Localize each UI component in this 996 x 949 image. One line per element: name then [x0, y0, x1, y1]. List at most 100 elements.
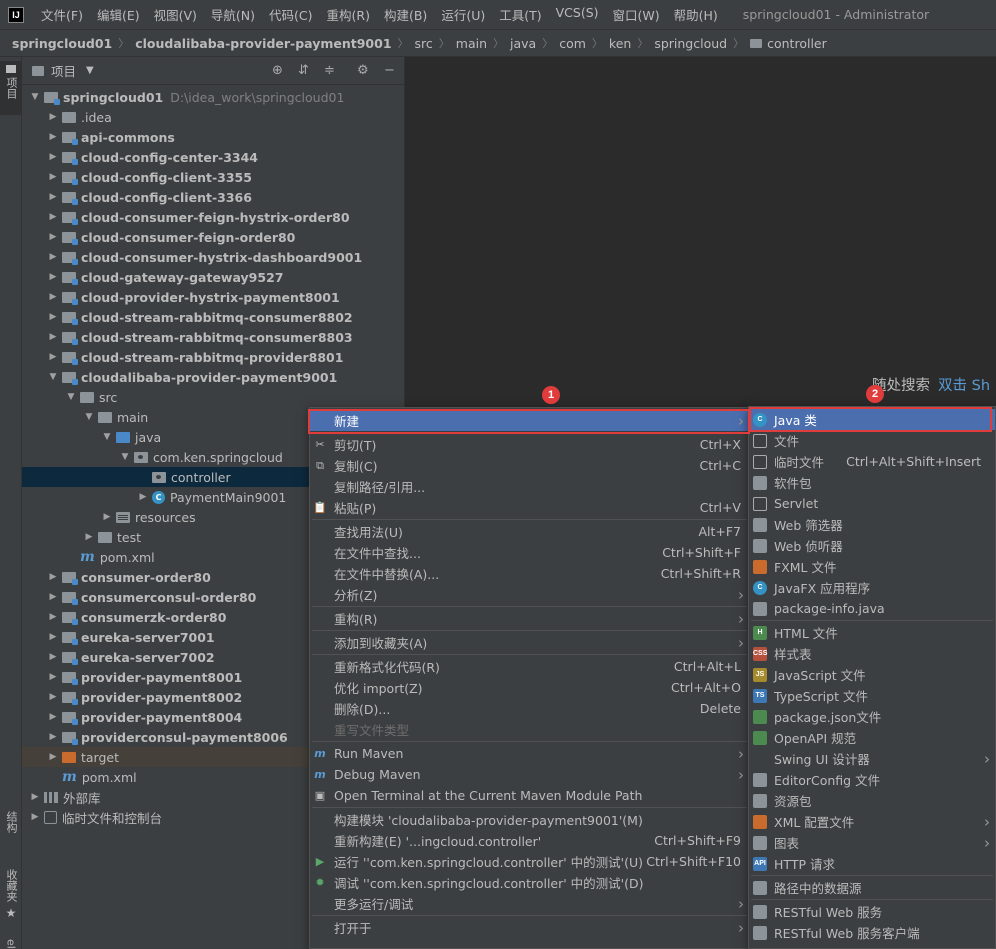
menu-item[interactable]: ▶ 运行 ''com.ken.springcloud.controller' 中的… — [310, 851, 749, 872]
menu-item[interactable]: ⧉ 复制(C) Ctrl+C — [310, 455, 749, 476]
menu-7[interactable]: 运行(U) — [434, 5, 492, 24]
menu-item[interactable]: ✹ 调试 ''com.ken.springcloud.controller' 中的… — [310, 872, 749, 893]
menu-item[interactable]: 重构(R) › — [310, 608, 749, 629]
chevron-down-icon[interactable]: ▼ — [28, 92, 42, 102]
menu-item[interactable]: ✂ 剪切(T) Ctrl+X — [310, 434, 749, 455]
menu-item[interactable]: 复制路径/引用... — [310, 476, 749, 497]
tree-row[interactable]: ▼ src — [22, 387, 405, 407]
tree-row[interactable]: ▶ cloud-consumer-feign-order80 — [22, 227, 405, 247]
menu-item[interactable]: 重新构建(E) '...ingcloud.controller' Ctrl+Shi… — [310, 830, 749, 851]
menu-5[interactable]: 重构(R) — [320, 5, 377, 24]
expand-all-icon[interactable]: ⇵ — [298, 63, 309, 78]
menu-item[interactable]: 添加到收藏夹(A) › — [310, 632, 749, 653]
gear-icon[interactable]: ⚙ — [357, 63, 369, 78]
menu-item[interactable]: 打开于 › — [310, 917, 749, 938]
menu-item[interactable]: 删除(D)... Delete — [310, 698, 749, 719]
menu-item[interactable]: m Run Maven › — [310, 743, 749, 764]
menu-item[interactable]: 重新格式化代码(R) Ctrl+Alt+L — [310, 656, 749, 677]
menu-item[interactable]: 在文件中替换(A)... Ctrl+Shift+R — [310, 563, 749, 584]
chevron-right-icon[interactable]: ▶ — [28, 812, 42, 822]
menu-item[interactable]: XML 配置文件 › — [749, 811, 995, 832]
menu-item[interactable]: 路径中的数据源 — [749, 877, 995, 898]
menu-item[interactable]: 优化 import(Z) Ctrl+Alt+O — [310, 677, 749, 698]
menu-item[interactable]: Swing UI 设计器 › — [749, 748, 995, 769]
tree-row[interactable]: ▶ cloud-consumer-hystrix-dashboard9001 — [22, 247, 405, 267]
menu-4[interactable]: 代码(C) — [262, 5, 319, 24]
chevron-right-icon[interactable]: ▶ — [46, 352, 60, 362]
chevron-right-icon[interactable]: ▶ — [136, 492, 150, 502]
chevron-right-icon[interactable]: ▶ — [46, 292, 60, 302]
chevron-right-icon[interactable]: ▶ — [46, 132, 60, 142]
chevron-right-icon[interactable]: ▶ — [46, 312, 60, 322]
tree-row[interactable]: ▶ cloud-stream-rabbitmq-consumer8803 — [22, 327, 405, 347]
tree-row[interactable]: ▶ cloud-gateway-gateway9527 — [22, 267, 405, 287]
menu-item[interactable]: 📋 粘贴(P) Ctrl+V — [310, 497, 749, 518]
project-panel-title[interactable]: 项目 — [51, 61, 76, 80]
chevron-right-icon[interactable]: ▶ — [46, 752, 60, 762]
breadcrumb-item[interactable]: springcloud — [654, 36, 727, 51]
menu-item[interactable]: TS TypeScript 文件 — [749, 685, 995, 706]
breadcrumb-item[interactable]: cloudalibaba-provider-payment9001 — [135, 36, 391, 51]
menu-item[interactable]: 构建模块 'cloudalibaba-provider-payment9001'… — [310, 809, 749, 830]
chevron-right-icon[interactable]: ▶ — [46, 152, 60, 162]
tree-row[interactable]: ▶ cloud-config-center-3344 — [22, 147, 405, 167]
menu-item[interactable]: 新建 › — [310, 410, 749, 431]
menu-2[interactable]: 视图(V) — [147, 5, 204, 24]
chevron-right-icon[interactable]: ▶ — [46, 692, 60, 702]
menu-item[interactable]: Web 筛选器 — [749, 514, 995, 535]
breadcrumb-item[interactable]: controller — [767, 36, 827, 51]
chevron-right-icon[interactable]: ▶ — [46, 332, 60, 342]
chevron-right-icon[interactable]: ▶ — [46, 112, 60, 122]
menu-9[interactable]: VCS(S) — [549, 5, 606, 24]
menu-item[interactable]: ▣ Open Terminal at the Current Maven Modu… — [310, 785, 749, 806]
menu-item[interactable]: package.json文件 — [749, 706, 995, 727]
menu-item[interactable]: 文件 — [749, 430, 995, 451]
chevron-down-icon[interactable]: ▼ — [100, 432, 114, 442]
chevron-right-icon[interactable]: ▶ — [46, 172, 60, 182]
menu-0[interactable]: 文件(F) — [34, 5, 90, 24]
chevron-right-icon[interactable]: ▶ — [46, 672, 60, 682]
chevron-right-icon[interactable]: ▶ — [46, 712, 60, 722]
chevron-right-icon[interactable]: ▶ — [46, 192, 60, 202]
menu-item[interactable]: API HTTP 请求 — [749, 853, 995, 874]
menu-item[interactable]: 资源包 — [749, 790, 995, 811]
chevron-right-icon[interactable]: ▶ — [46, 272, 60, 282]
menu-item[interactable]: 在文件中查找... Ctrl+Shift+F — [310, 542, 749, 563]
chevron-right-icon[interactable]: ▶ — [46, 572, 60, 582]
chevron-right-icon[interactable]: ▶ — [46, 612, 60, 622]
collapse-all-icon[interactable]: ≑ — [324, 63, 335, 78]
menu-10[interactable]: 窗口(W) — [606, 5, 667, 24]
stripe-tab-favorites[interactable]: 收藏夹 ★ — [0, 865, 22, 935]
menu-6[interactable]: 构建(B) — [377, 5, 434, 24]
menu-item[interactable]: Web 侦听器 — [749, 535, 995, 556]
tree-row[interactable]: ▶ cloud-config-client-3355 — [22, 167, 405, 187]
menu-item[interactable]: RESTful Web 服务客户端 — [749, 922, 995, 943]
menu-item[interactable]: Servlet — [749, 493, 995, 514]
chevron-right-icon[interactable]: ▶ — [28, 792, 42, 802]
chevron-right-icon[interactable]: ▶ — [46, 632, 60, 642]
menu-item[interactable]: package-info.java — [749, 598, 995, 619]
menu-item[interactable]: 查找用法(U) Alt+F7 — [310, 521, 749, 542]
menu-item[interactable]: OpenAPI 规范 — [749, 727, 995, 748]
locate-icon[interactable]: ⊕ — [272, 63, 283, 78]
tree-row[interactable]: ▶ api-commons — [22, 127, 405, 147]
menu-item[interactable]: 更多运行/调试 › — [310, 893, 749, 914]
chevron-right-icon[interactable]: ▶ — [46, 212, 60, 222]
chevron-down-icon[interactable]: ▼ — [82, 412, 96, 422]
tree-row[interactable]: ▶ cloud-consumer-feign-hystrix-order80 — [22, 207, 405, 227]
menu-3[interactable]: 导航(N) — [204, 5, 262, 24]
breadcrumb-item[interactable]: java — [510, 36, 536, 51]
menu-item[interactable]: 分析(Z) › — [310, 584, 749, 605]
breadcrumb-item[interactable]: ken — [609, 36, 631, 51]
stripe-tab-project[interactable]: 项目 — [0, 61, 22, 115]
menu-item[interactable]: 软件包 — [749, 472, 995, 493]
tree-row[interactable]: ▼ cloudalibaba-provider-payment9001 — [22, 367, 405, 387]
stripe-tab-bottom[interactable]: el — [0, 935, 22, 949]
chevron-down-icon[interactable]: ▼ — [46, 372, 60, 382]
menu-item[interactable]: CSS 样式表 — [749, 643, 995, 664]
menu-11[interactable]: 帮助(H) — [667, 5, 725, 24]
menu-item[interactable]: m Debug Maven › — [310, 764, 749, 785]
breadcrumb-item[interactable]: com — [559, 36, 586, 51]
menu-item[interactable]: H HTML 文件 — [749, 622, 995, 643]
chevron-right-icon[interactable]: ▶ — [100, 512, 114, 522]
